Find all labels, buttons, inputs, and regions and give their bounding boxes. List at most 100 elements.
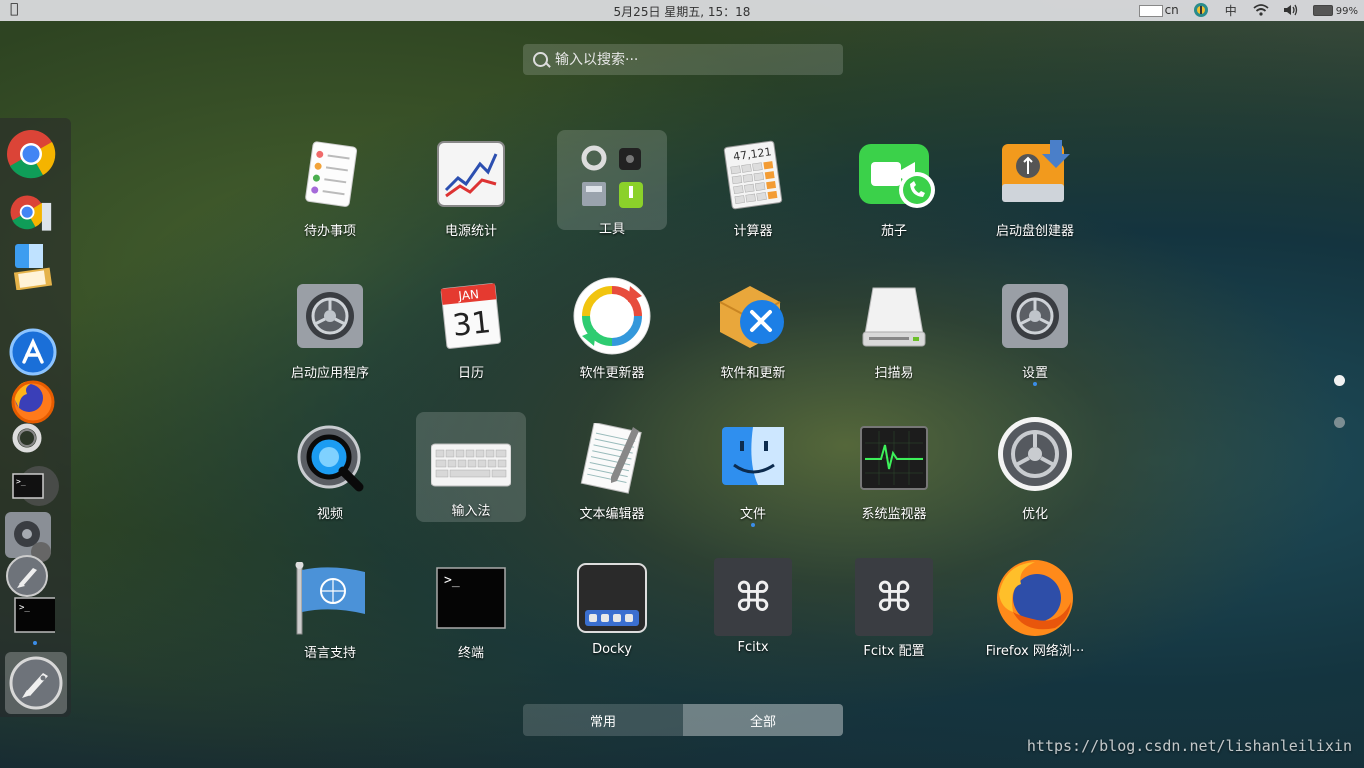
- app-startup-apps[interactable]: 启动应用程序: [260, 282, 400, 422]
- battery-indicator[interactable]: 99%: [1312, 3, 1358, 17]
- settings-icon: [1002, 284, 1068, 348]
- watermark: https://blog.csdn.net/lishanleilixin: [1026, 737, 1352, 755]
- calculator-icon: 47,121: [723, 140, 783, 210]
- app-label: 茄子: [880, 224, 907, 239]
- terminal-icon: >_: [12, 466, 59, 506]
- app-label: 文本编辑器: [579, 507, 645, 522]
- app-label: 语言支持: [303, 646, 356, 661]
- app-facetime[interactable]: 茄子: [824, 140, 964, 280]
- terminal-icon: >_: [14, 597, 58, 633]
- dock-item-launchpad-active[interactable]: [5, 652, 67, 714]
- dock-running-indicator: [33, 641, 37, 645]
- dock-item-firefox[interactable]: [5, 374, 61, 424]
- search-bar[interactable]: [523, 44, 843, 75]
- app-label: Fcitx 配置: [863, 644, 925, 659]
- app-power-stats[interactable]: 电源统计: [401, 140, 541, 280]
- calendar-icon: JAN 31: [440, 283, 502, 349]
- firefox-icon: [997, 560, 1073, 636]
- software-updater-icon: [573, 277, 651, 355]
- app-folder-tools[interactable]: 工具: [557, 130, 667, 237]
- app-firefox[interactable]: Firefox 网络浏···: [965, 558, 1105, 698]
- input-method-indicator[interactable]: 中: [1223, 2, 1239, 18]
- app-input-method[interactable]: 输入法: [416, 412, 526, 522]
- app-label: Fcitx: [737, 640, 769, 655]
- app-label: 软件更新器: [579, 366, 645, 381]
- battery-icon: [1312, 5, 1333, 16]
- search-input[interactable]: [553, 49, 837, 71]
- app-software-updater[interactable]: 软件更新器: [542, 277, 682, 422]
- language-support-icon: [295, 561, 365, 635]
- reminders-icon: [305, 141, 358, 207]
- app-software-sources[interactable]: 软件和更新: [683, 282, 823, 422]
- page-indicator-1[interactable]: [1334, 375, 1345, 386]
- fcitx-icon[interactable]: [1193, 2, 1209, 18]
- svg-text:>_: >_: [16, 477, 26, 486]
- app-label: 优化: [1021, 507, 1048, 522]
- app-calculator[interactable]: 47,121 计算器: [683, 140, 823, 280]
- software-sources-icon: [719, 286, 784, 348]
- app-fcitx[interactable]: ⌘ Fcitx: [683, 558, 823, 698]
- app-reminders[interactable]: 待办事项: [260, 140, 400, 280]
- folder-tools-icon: [581, 145, 643, 208]
- app-tweaks[interactable]: 优化: [965, 415, 1105, 555]
- app-label: 系统监视器: [861, 507, 927, 522]
- app-calendar[interactable]: JAN 31 日历: [401, 282, 541, 422]
- app-terminal[interactable]: >_ 终端: [401, 562, 541, 702]
- fcitx-command-icon: ⌘: [714, 558, 792, 636]
- dock-item-terminal[interactable]: >_: [5, 462, 61, 512]
- update-icon: [12, 423, 42, 453]
- fcitx-config-icon: ⌘: [855, 558, 933, 636]
- chrome-icon: [10, 195, 52, 231]
- svg-text:⌘: ⌘: [874, 575, 914, 621]
- app-label: 输入法: [451, 504, 491, 519]
- scanner-icon: [862, 287, 926, 347]
- keyboard-layout-icon: [1138, 4, 1163, 17]
- app-files[interactable]: 文件: [683, 423, 823, 563]
- dock-item-update[interactable]: [5, 418, 61, 468]
- app-label: 设置: [1021, 366, 1048, 381]
- dock-item-finder[interactable]: [5, 240, 61, 291]
- app-scanner[interactable]: 扫描易: [824, 282, 964, 422]
- dock-item-terminal-2[interactable]: >_: [5, 594, 61, 644]
- app-docky[interactable]: Docky: [542, 562, 682, 702]
- dock-item-app-store[interactable]: [5, 324, 61, 376]
- keyboard-layout-indicator[interactable]: cn: [1138, 3, 1179, 17]
- finder-icon: [722, 427, 784, 485]
- startup-apps-icon: [297, 284, 363, 348]
- terminal-icon: >_: [436, 567, 506, 629]
- app-label: 计算器: [733, 224, 773, 239]
- app-text-editor[interactable]: 文本编辑器: [542, 421, 682, 563]
- app-label: 启动应用程序: [290, 366, 369, 381]
- launchpad-icon: [9, 656, 63, 710]
- app-label: 扫描易: [874, 366, 914, 381]
- volume-icon[interactable]: [1283, 2, 1299, 18]
- app-label: 日历: [457, 366, 484, 381]
- svg-text:⌘: ⌘: [733, 575, 773, 621]
- chrome-icon: [7, 130, 56, 179]
- top-panel:  5月25日 星期五, 15：18 cn 中 99%: [0, 0, 1364, 21]
- app-fcitx-config[interactable]: ⌘ Fcitx 配置: [824, 558, 964, 698]
- app-settings[interactable]: 设置: [965, 282, 1105, 422]
- quicktime-icon: [297, 425, 364, 492]
- keyboard-icon: [431, 443, 511, 487]
- system-tray: cn 中 99%: [1138, 2, 1358, 18]
- power-stats-icon: [437, 141, 505, 207]
- app-system-monitor[interactable]: 系统监视器: [824, 423, 964, 563]
- app-video[interactable]: 视频: [260, 423, 400, 563]
- tab-common[interactable]: 常用: [523, 704, 683, 736]
- ime-label: cn: [1164, 3, 1179, 17]
- tab-all[interactable]: 全部: [683, 704, 843, 736]
- app-usb-creator[interactable]: 启动盘创建器: [965, 140, 1105, 280]
- app-language-support[interactable]: 语言支持: [260, 561, 400, 702]
- dock-item-chrome-2[interactable]: [5, 190, 61, 240]
- facetime-icon: [859, 144, 935, 208]
- calendar-day: 31: [451, 305, 493, 344]
- running-indicator: [1033, 382, 1037, 386]
- wifi-icon[interactable]: [1253, 2, 1269, 18]
- dock-item-chrome[interactable]: [5, 128, 61, 179]
- app-label: 视频: [316, 507, 343, 522]
- finder-icon: [13, 244, 53, 291]
- search-icon: [533, 52, 548, 67]
- page-indicator-2[interactable]: [1334, 417, 1345, 428]
- app-label: Firefox 网络浏···: [985, 644, 1085, 659]
